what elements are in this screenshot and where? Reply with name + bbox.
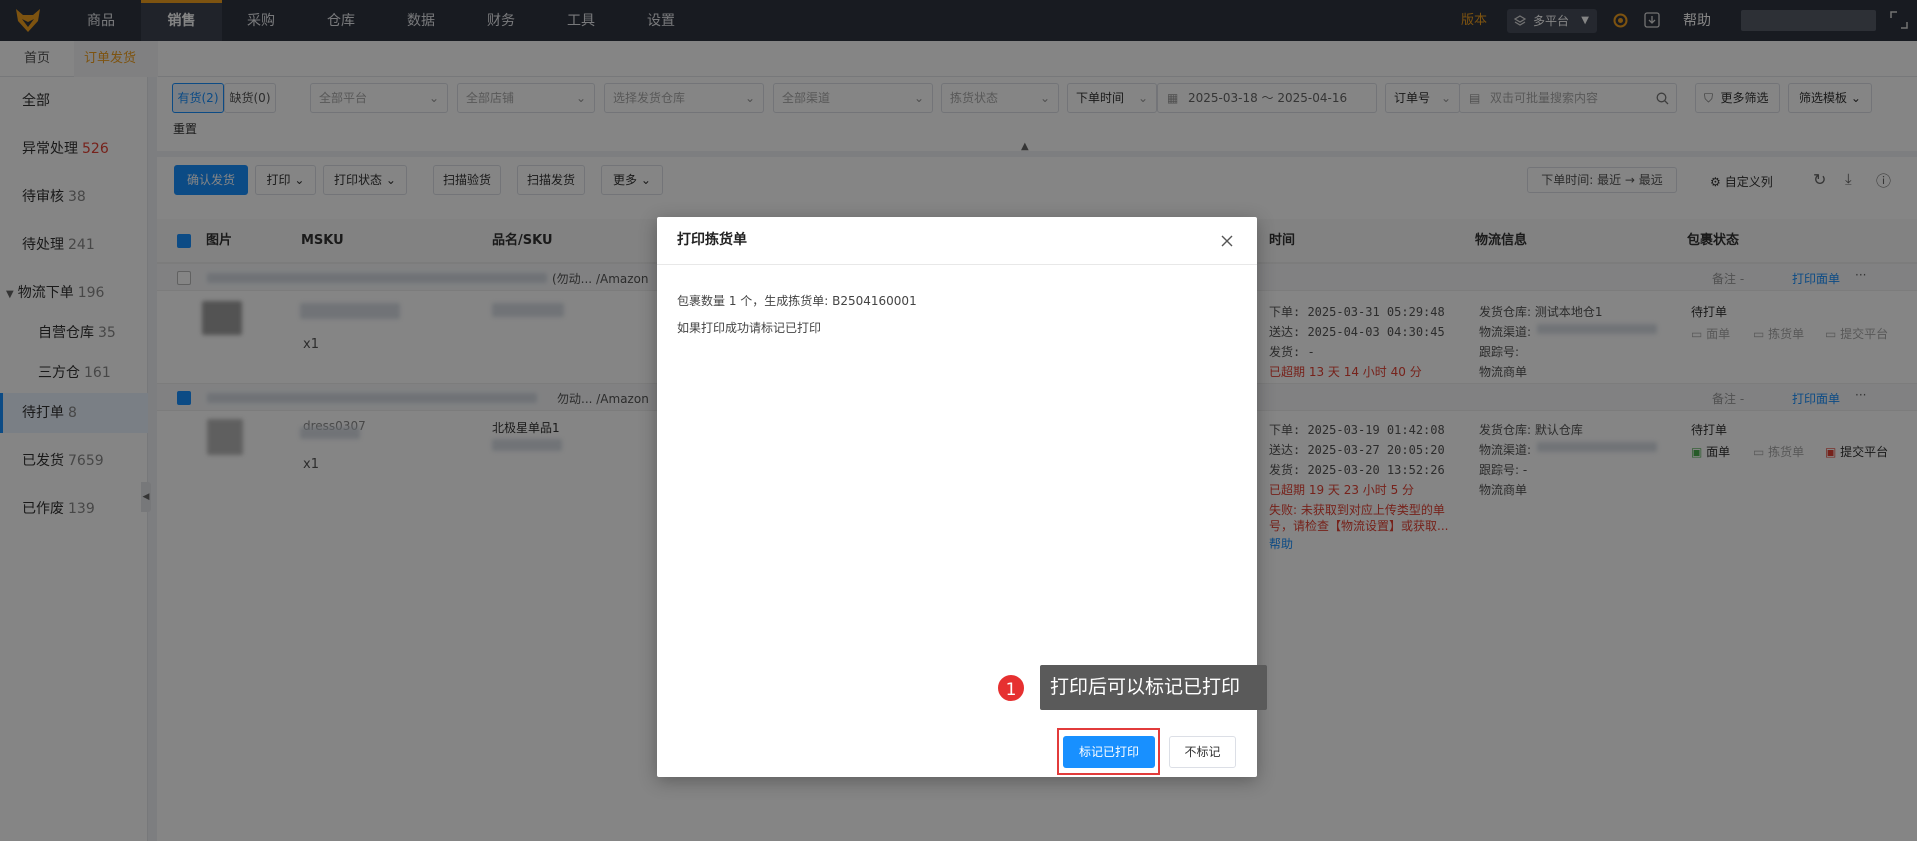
package-summary-text: 包裹数量 1 个，生成拣货单: B2504160001	[677, 294, 917, 308]
close-icon[interactable]	[1219, 233, 1235, 249]
dialog-title: 打印拣货单	[677, 232, 747, 248]
step-badge: 1	[996, 673, 1026, 703]
no-mark-button[interactable]: 不标记	[1169, 736, 1236, 768]
guide-tooltip: 打印后可以标记已打印	[1040, 665, 1267, 710]
dialog-divider	[657, 264, 1257, 265]
mark-printed-hint: 如果打印成功请标记已打印	[677, 321, 822, 335]
mark-printed-button[interactable]: 标记已打印	[1063, 736, 1155, 768]
